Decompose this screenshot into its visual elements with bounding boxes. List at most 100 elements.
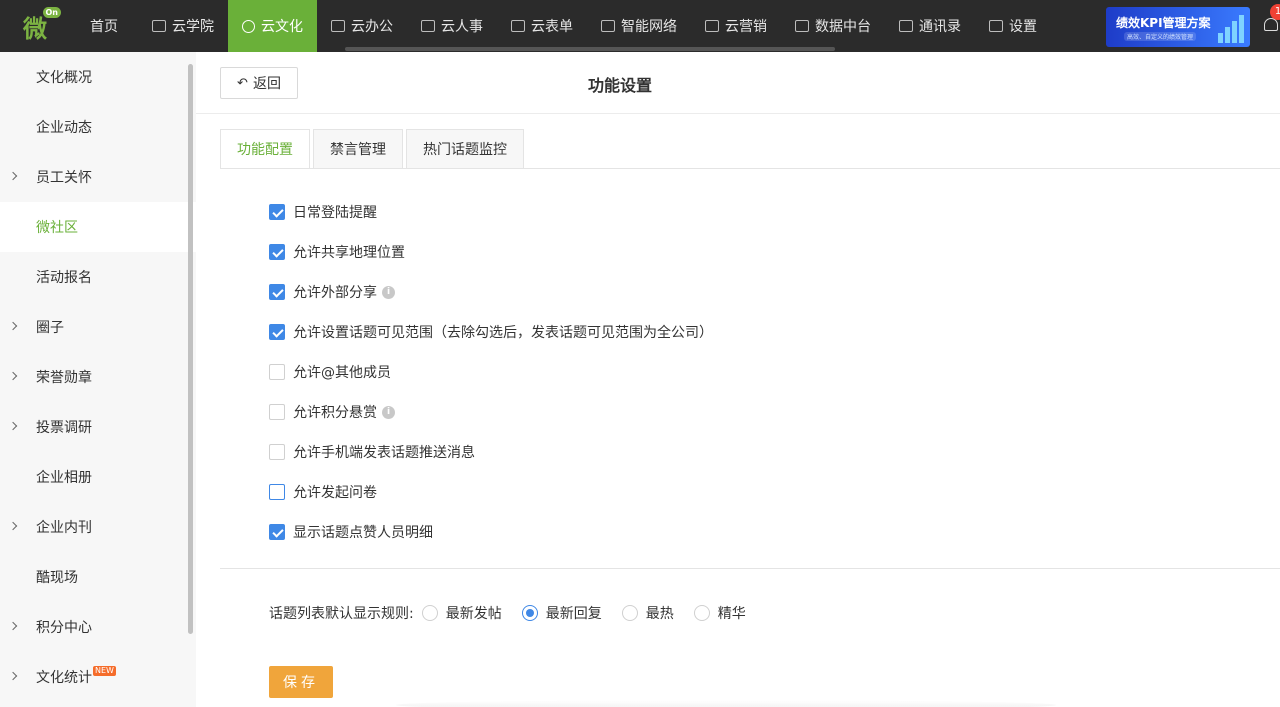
contacts-icon — [899, 20, 913, 32]
sidebar-item-7[interactable]: 投票调研 — [0, 402, 196, 452]
chevron-right-icon — [8, 171, 18, 181]
option-label: 允许外部分享 — [293, 285, 377, 301]
option-checkbox[interactable] — [269, 204, 285, 220]
option-checkbox[interactable] — [269, 324, 285, 340]
tabs-divider — [220, 168, 1280, 169]
nav-item-label: 云文化 — [261, 19, 303, 35]
sort-radio-label[interactable]: 最热 — [646, 603, 674, 623]
option-row: 允许积分悬赏 i — [269, 392, 713, 432]
option-label: 允许共享地理位置 — [293, 245, 405, 261]
person-icon — [421, 20, 435, 32]
nav-item-label: 设置 — [1009, 19, 1037, 35]
chart-icon — [705, 20, 719, 32]
sort-radio[interactable] — [421, 605, 438, 621]
notification-bell-icon[interactable]: 1 — [1262, 4, 1280, 36]
main-content: ↶ 返回 功能设置 功能配置 禁言管理 热门话题监控 日常登陆提醒 允许共享地理位置允… — [196, 52, 1280, 707]
nav-item-10[interactable]: 设置 — [975, 0, 1051, 52]
new-badge: NEW — [93, 666, 116, 676]
sort-radio[interactable] — [621, 605, 638, 621]
nav-item-1[interactable]: 云学院 — [138, 0, 228, 52]
sort-rule-label: 话题列表默认显示规则: — [269, 606, 414, 622]
gear-icon — [242, 19, 255, 33]
option-checkbox[interactable] — [269, 284, 285, 300]
nav-item-label: 云营销 — [725, 19, 767, 35]
option-row: 显示话题点赞人员明细 — [269, 512, 713, 552]
chevron-right-icon — [8, 621, 18, 631]
nav-item-label: 通讯录 — [919, 19, 961, 35]
sidebar-item-5[interactable]: 圈子 — [0, 302, 196, 352]
nav-item-label: 智能网络 — [621, 19, 677, 35]
option-label: 允许积分悬赏 — [293, 405, 377, 421]
nav-item-8[interactable]: 数据中台 — [781, 0, 885, 52]
sidebar-item-label: 活动报名 — [36, 270, 92, 286]
sort-radio-label[interactable]: 最新回复 — [546, 603, 602, 623]
sidebar-item-11[interactable]: 积分中心 — [0, 602, 196, 652]
sidebar-item-12[interactable]: 文化统计 NEW — [0, 652, 196, 702]
option-checkbox[interactable] — [269, 484, 285, 500]
sidebar-list: 文化概况 企业动态 员工关怀 微社区 活动报名 圈子 荣誉勋章 投票调研 企业相册 企业内刊 酷现场… — [0, 52, 196, 702]
option-row: 允许手机端发表话题推送消息 — [269, 432, 713, 472]
chevron-right-icon — [8, 321, 18, 331]
tab-2[interactable]: 热门话题监控 — [406, 129, 524, 169]
nav-item-label: 云办公 — [351, 19, 393, 35]
nav-item-6[interactable]: 智能网络 — [587, 0, 691, 52]
app-logo[interactable]: 微 On — [0, 0, 70, 52]
sidebar-item-label: 投票调研 — [36, 420, 92, 436]
sidebar-item-label: 企业内刊 — [36, 520, 92, 536]
option-checkbox[interactable] — [269, 244, 285, 260]
tab-0[interactable]: 功能配置 — [220, 129, 310, 169]
sidebar-item-label: 企业相册 — [36, 470, 92, 486]
sidebar-item-label: 酷现场 — [36, 570, 78, 586]
option-label: 日常登陆提醒 — [293, 205, 377, 221]
option-checkbox[interactable] — [269, 404, 285, 420]
nav-item-label: 云人事 — [441, 19, 483, 35]
info-icon[interactable]: i — [382, 405, 395, 419]
sort-radio-label[interactable]: 精华 — [718, 603, 746, 623]
nav-item-4[interactable]: 云人事 — [407, 0, 497, 52]
sidebar-item-4[interactable]: 活动报名 — [0, 252, 196, 302]
page-title: 功能设置 — [587, 76, 652, 95]
grid-icon — [989, 20, 1003, 32]
nav-item-0[interactable]: 首页 — [70, 0, 138, 52]
sidebar-item-9[interactable]: 企业内刊 — [0, 502, 196, 552]
sort-radio[interactable] — [521, 605, 538, 621]
grid-icon — [601, 20, 615, 32]
sidebar-item-label: 圈子 — [36, 320, 64, 336]
option-checkbox[interactable] — [269, 524, 285, 540]
nav-item-label: 首页 — [90, 19, 118, 35]
option-checkbox[interactable] — [269, 444, 285, 460]
sidebar-item-6[interactable]: 荣誉勋章 — [0, 352, 196, 402]
nav-item-label: 云表单 — [531, 19, 573, 35]
promo-chart-icon — [1218, 15, 1244, 43]
sidebar-scrollbar[interactable] — [188, 64, 193, 634]
sidebar-item-1[interactable]: 企业动态 — [0, 102, 196, 152]
nav-item-7[interactable]: 云营销 — [691, 0, 781, 52]
nav-item-9[interactable]: 通讯录 — [885, 0, 975, 52]
info-icon[interactable]: i — [382, 285, 395, 299]
sidebar-item-10[interactable]: 酷现场 — [0, 552, 196, 602]
sidebar-item-3[interactable]: 微社区 — [0, 202, 196, 252]
kpi-promo-banner[interactable]: 绩效KPI管理方案 高效、自定义的绩效管理 — [1106, 7, 1250, 47]
nav-item-5[interactable]: 云表单 — [497, 0, 587, 52]
nav-item-2[interactable]: 云文化 — [228, 0, 317, 52]
chevron-right-icon — [8, 521, 18, 531]
nav-item-3[interactable]: 云办公 — [317, 0, 407, 52]
sidebar-item-2[interactable]: 员工关怀 — [0, 152, 196, 202]
nav-item-label: 云学院 — [172, 19, 214, 35]
option-label: 显示话题点赞人员明细 — [293, 525, 433, 541]
bottom-shadow — [396, 700, 1056, 707]
tab-1[interactable]: 禁言管理 — [313, 129, 403, 169]
option-row: 允许外部分享 i — [269, 272, 713, 312]
nav-scrollbar[interactable] — [345, 47, 835, 51]
section-divider — [220, 568, 1280, 569]
sidebar: 文化概况 企业动态 员工关怀 微社区 活动报名 圈子 荣誉勋章 投票调研 企业相册 企业内刊 酷现场… — [0, 52, 196, 707]
save-button[interactable]: 保存 — [269, 666, 333, 698]
briefcase-icon — [331, 20, 345, 32]
promo-subtitle: 高效、自定义的绩效管理 — [1124, 32, 1197, 41]
sort-radio[interactable] — [693, 605, 710, 621]
option-checkbox[interactable] — [269, 364, 285, 380]
option-label: 允许发起问卷 — [293, 485, 377, 501]
sort-radio-label[interactable]: 最新发帖 — [446, 603, 502, 623]
sidebar-item-8[interactable]: 企业相册 — [0, 452, 196, 502]
settings-tabs: 功能配置 禁言管理 热门话题监控 — [220, 129, 527, 169]
